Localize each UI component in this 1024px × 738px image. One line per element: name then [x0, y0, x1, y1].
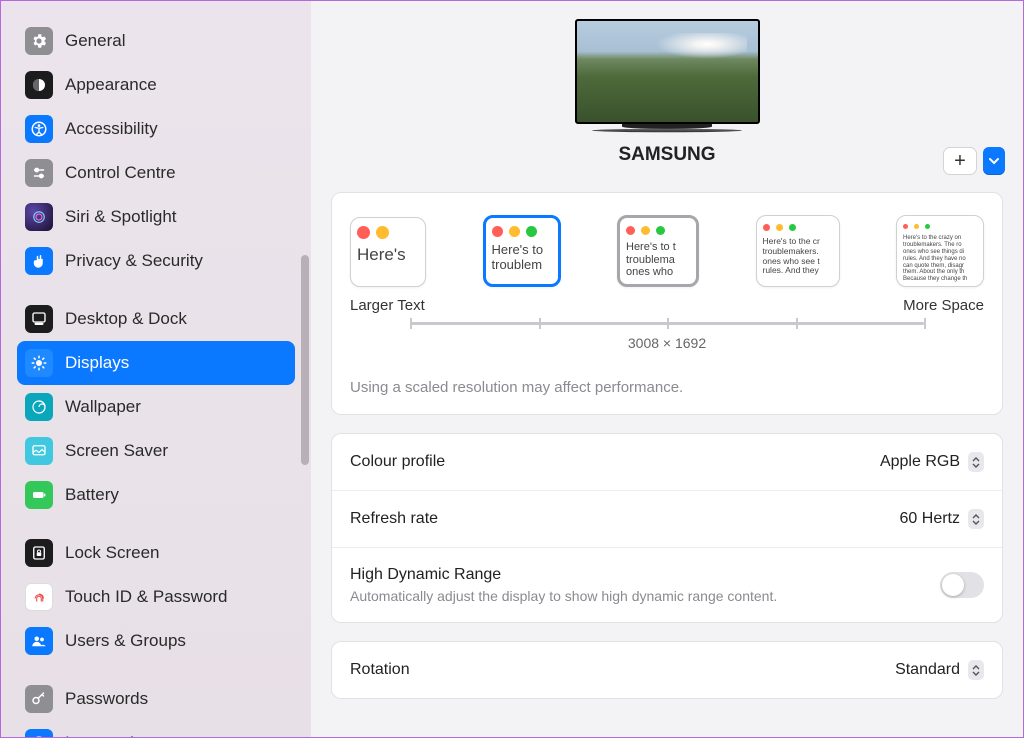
sidebar-item-screen-saver[interactable]: Screen Saver [17, 429, 295, 473]
resolution-slider[interactable] [410, 322, 924, 325]
sidebar-item-label: Battery [65, 485, 119, 505]
sidebar-item-label: Wallpaper [65, 397, 141, 417]
hdr-toggle[interactable] [940, 572, 984, 598]
appearance-icon [25, 71, 53, 99]
sidebar-item-battery[interactable]: Battery [17, 473, 295, 517]
wallpaper-icon [25, 393, 53, 421]
sidebar-item-internet-accounts[interactable]: Internet Accounts [17, 721, 295, 737]
rotation-popup[interactable]: Standard [895, 660, 984, 680]
colour-profile-label: Colour profile [350, 453, 445, 471]
updown-icon [968, 509, 984, 529]
rotation-panel: Rotation Standard [331, 641, 1003, 699]
hdr-row: High Dynamic Range Automatically adjust … [332, 548, 1002, 622]
displays-icon [25, 349, 53, 377]
resolution-panel: Here's Here's to troublem Here's to t tr… [331, 192, 1003, 415]
sidebar-item-desktop-dock[interactable]: Desktop & Dock [17, 297, 295, 341]
control-centre-icon [25, 159, 53, 187]
sidebar: General Appearance Accessibility Control… [1, 1, 311, 737]
at-icon [25, 729, 53, 737]
sidebar-item-label: Control Centre [65, 163, 176, 183]
sidebar-item-label: Appearance [65, 75, 157, 95]
lock-screen-icon [25, 539, 53, 567]
sidebar-item-label: Displays [65, 353, 129, 373]
hand-icon [25, 247, 53, 275]
colour-profile-popup[interactable]: Apple RGB [880, 452, 984, 472]
rotation-label: Rotation [350, 661, 410, 679]
display-name: SAMSUNG [618, 144, 715, 166]
sidebar-item-label: Privacy & Security [65, 251, 203, 271]
updown-icon [968, 452, 984, 472]
scaled-warning: Using a scaled resolution may affect per… [350, 379, 984, 396]
sidebar-item-users-groups[interactable]: Users & Groups [17, 619, 295, 663]
rotation-row: Rotation Standard [332, 642, 1002, 698]
sidebar-item-label: Siri & Spotlight [65, 207, 177, 227]
sidebar-scrollbar[interactable] [301, 255, 309, 465]
sidebar-item-label: Desktop & Dock [65, 309, 187, 329]
sidebar-item-wallpaper[interactable]: Wallpaper [17, 385, 295, 429]
sidebar-item-lock-screen[interactable]: Lock Screen [17, 531, 295, 575]
display-thumbnail [575, 19, 760, 124]
sidebar-item-label: Passwords [65, 689, 148, 709]
sidebar-item-accessibility[interactable]: Accessibility [17, 107, 295, 151]
larger-text-label: Larger Text [350, 297, 425, 314]
colour-profile-row: Colour profile Apple RGB [332, 434, 1002, 491]
chevron-down-icon [989, 156, 999, 166]
sidebar-item-label: General [65, 31, 125, 51]
resolution-option-5[interactable]: Here's to the crazy on troublemakers. Th… [896, 215, 984, 287]
add-display-button[interactable]: + [943, 147, 977, 175]
resolution-value: 3008 × 1692 [350, 335, 984, 351]
screen-saver-icon [25, 437, 53, 465]
resolution-option-4[interactable]: Here's to the cr troublemakers. ones who… [756, 215, 840, 287]
main-content: SAMSUNG + Here's Here's to troublem [311, 1, 1023, 737]
refresh-rate-popup[interactable]: 60 Hertz [900, 509, 984, 529]
sidebar-item-label: Screen Saver [65, 441, 168, 461]
hdr-label: High Dynamic Range [350, 566, 777, 584]
resolution-option-2[interactable]: Here's to troublem [483, 215, 561, 287]
sidebar-item-label: Users & Groups [65, 631, 186, 651]
more-space-label: More Space [903, 297, 984, 314]
sidebar-item-siri-spotlight[interactable]: Siri & Spotlight [17, 195, 295, 239]
sidebar-item-label: Accessibility [65, 119, 158, 139]
fingerprint-icon [25, 583, 53, 611]
users-icon [25, 627, 53, 655]
updown-icon [968, 660, 984, 680]
sidebar-item-privacy-security[interactable]: Privacy & Security [17, 239, 295, 283]
monitor-base [592, 129, 742, 133]
display-settings-panel: Colour profile Apple RGB Refresh rate 60… [331, 433, 1003, 623]
gear-icon [25, 27, 53, 55]
add-display-dropdown[interactable] [983, 147, 1005, 175]
sidebar-item-appearance[interactable]: Appearance [17, 63, 295, 107]
accessibility-icon [25, 115, 53, 143]
key-icon [25, 685, 53, 713]
siri-icon [25, 203, 53, 231]
sidebar-item-displays[interactable]: Displays [17, 341, 295, 385]
resolution-option-3[interactable]: Here's to t troublema ones who [617, 215, 699, 287]
sidebar-item-label: Internet Accounts [65, 733, 196, 737]
sidebar-item-passwords[interactable]: Passwords [17, 677, 295, 721]
sidebar-item-touchid-password[interactable]: Touch ID & Password [17, 575, 295, 619]
sidebar-item-general[interactable]: General [17, 19, 295, 63]
hdr-sublabel: Automatically adjust the display to show… [350, 588, 777, 604]
sidebar-item-control-centre[interactable]: Control Centre [17, 151, 295, 195]
battery-icon [25, 481, 53, 509]
refresh-rate-label: Refresh rate [350, 510, 438, 528]
refresh-rate-row: Refresh rate 60 Hertz [332, 491, 1002, 548]
sidebar-item-label: Touch ID & Password [65, 587, 228, 607]
dock-icon [25, 305, 53, 333]
sidebar-item-label: Lock Screen [65, 543, 160, 563]
resolution-option-1[interactable]: Here's [350, 217, 426, 287]
